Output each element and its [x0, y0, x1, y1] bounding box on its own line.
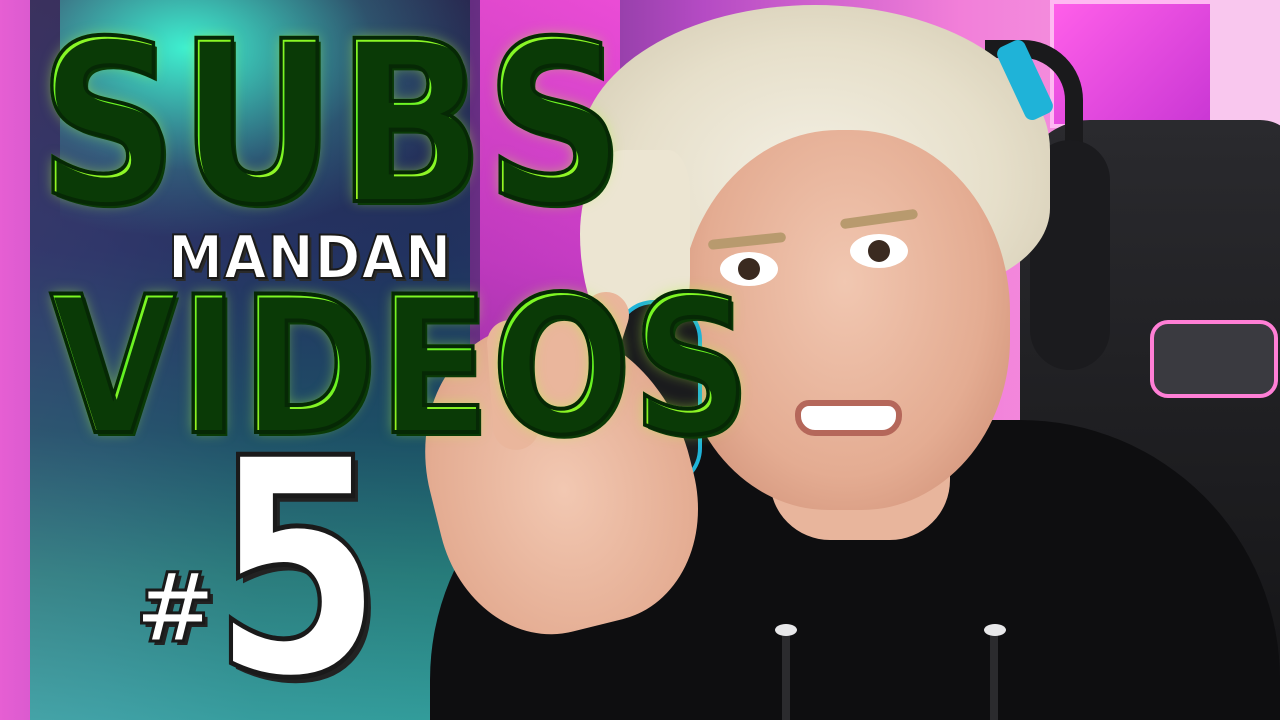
- title-videos: VIDEOS: [48, 256, 752, 477]
- episode-number: 5: [210, 395, 385, 720]
- video-thumbnail: SUBS MANDAN VIDEOS # 5: [0, 0, 1280, 720]
- episode-hash-symbol: #: [133, 552, 216, 664]
- title-subs: SUBS: [36, 0, 626, 254]
- title-overlay: SUBS MANDAN VIDEOS # 5: [0, 0, 1280, 720]
